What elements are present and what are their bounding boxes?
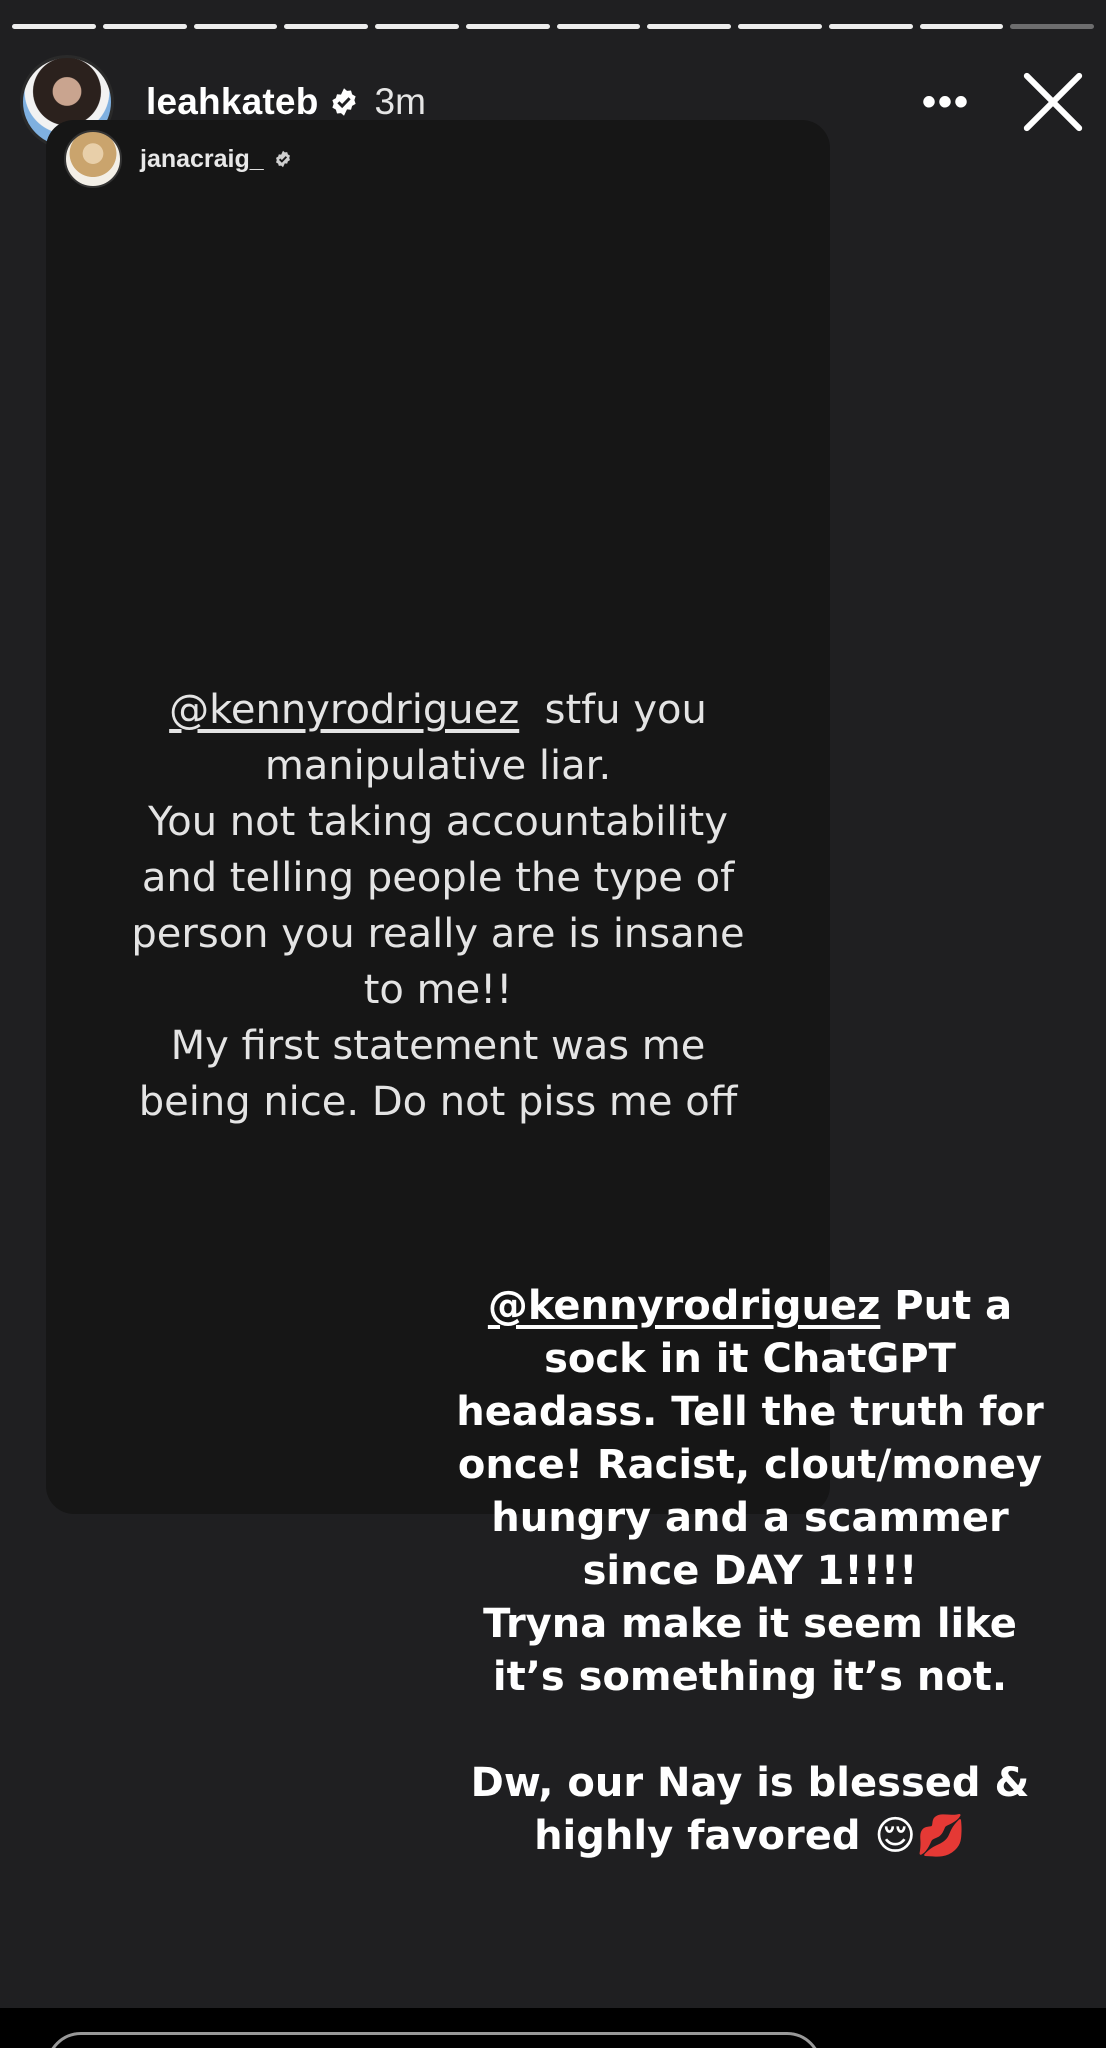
progress-segment (1010, 24, 1094, 29)
caption-line: hungry and a scammer (491, 1495, 1009, 1541)
progress-segment (375, 24, 459, 29)
caption-line: sock in it ChatGPT (544, 1336, 956, 1382)
story-caption: @kennyrodriguez Put a sock in it ChatGPT… (440, 1280, 1060, 1863)
progress-segment (102, 24, 187, 29)
progress-segment (828, 24, 913, 29)
story-viewer: leahkateb 3m ••• janacraig_ @kennyrodrig… (0, 0, 1106, 2048)
reshared-first-line: @kennyrodriguez stfu you (46, 682, 830, 738)
caption-line: Dw, our Nay is blessed & (470, 1760, 1030, 1806)
reshared-avatar[interactable] (64, 130, 122, 188)
mention-link[interactable]: @kennyrodriguez (488, 1283, 880, 1329)
reshared-line-rest: stfu you (519, 687, 707, 733)
caption-line: headass. Tell the truth for (456, 1389, 1044, 1435)
progress-segment (556, 24, 641, 29)
verified-badge-icon (275, 150, 290, 168)
more-options-button[interactable]: ••• (922, 82, 970, 122)
reshared-post-text: @kennyrodriguez stfu you manipulative li… (46, 682, 830, 1130)
caption-line: it’s something it’s not. (492, 1654, 1008, 1700)
story-progress-bar (12, 24, 1094, 30)
story-timestamp: 3m (374, 81, 426, 122)
progress-segment (738, 24, 822, 29)
progress-segment (284, 24, 368, 29)
progress-segment (12, 24, 96, 29)
reshared-line: and telling people the type of (141, 855, 735, 901)
progress-segment (193, 24, 278, 29)
close-icon[interactable] (1020, 69, 1086, 135)
caption-line: Tryna make it seem like (483, 1601, 1017, 1647)
mention-link[interactable]: @kennyrodriguez (169, 687, 519, 733)
reshared-username[interactable]: janacraig_ (140, 145, 264, 174)
verified-badge-icon (331, 88, 356, 116)
caption-line: since DAY 1!!!! (582, 1548, 918, 1594)
reshared-line: My first statement was me (170, 1023, 706, 1069)
reshared-line: to me!! (363, 967, 513, 1013)
caption-line-rest: Put a (880, 1283, 1013, 1329)
reshared-line: person you really are is insane (131, 911, 745, 957)
reshared-line: You not taking accountability (148, 799, 728, 845)
caption-line: once! Racist, clout/money (457, 1442, 1043, 1488)
reshared-line: manipulative liar. (264, 743, 612, 789)
caption-first-line: @kennyrodriguez Put a (440, 1280, 1060, 1333)
progress-segment (465, 24, 550, 29)
reshared-post-header: janacraig_ (64, 130, 292, 188)
progress-segment (647, 24, 731, 29)
reshared-line: being nice. Do not piss me off (138, 1079, 738, 1125)
caption-line: highly favored 😌💋 (534, 1813, 966, 1859)
story-username[interactable]: leahkateb (146, 81, 319, 123)
reply-input[interactable] (46, 2032, 822, 2048)
progress-segment (919, 24, 1004, 29)
